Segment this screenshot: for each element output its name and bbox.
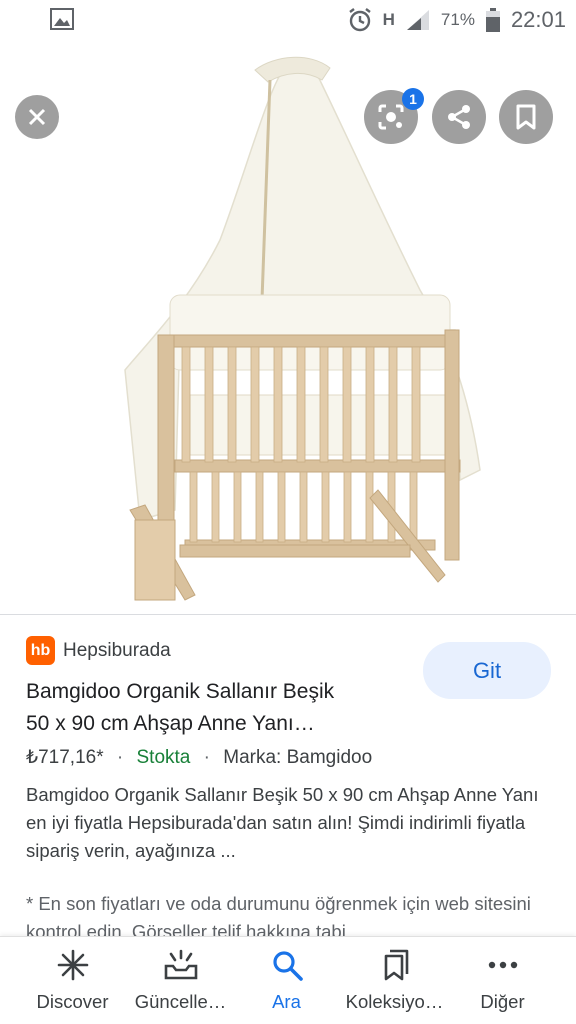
bottom-navigation: Discover Güncelle… Ara Koleksiyo… Diğer [0, 936, 576, 1024]
asterisk-icon [57, 949, 88, 981]
search-icon [272, 951, 303, 981]
save-button[interactable] [499, 90, 553, 144]
battery-icon [485, 8, 500, 32]
lens-badge: 1 [402, 88, 424, 110]
share-icon [448, 105, 470, 129]
product-meta: ₺717,16* · Stokta · Marka: Bamgidoo [26, 746, 372, 769]
nav-label: Ara [272, 991, 301, 1012]
visit-button[interactable]: Git [423, 642, 551, 699]
disclaimer: * En son fiyatları ve oda durumunu öğren… [26, 893, 531, 936]
bookmark-icon [516, 104, 536, 130]
battery-percent: 71% [440, 10, 475, 29]
crib-product-image [124, 56, 481, 601]
source-name: Hepsiburada [63, 639, 171, 661]
separator: · [116, 747, 124, 768]
nav-label: Diğer [480, 991, 525, 1012]
status-bar: H 71% 22:01 [0, 0, 576, 40]
stock-status: Stokta [136, 747, 191, 768]
nav-label: Güncelle… [134, 991, 227, 1012]
price: ₺717,16* [26, 747, 104, 768]
share-button[interactable] [432, 90, 486, 144]
alarm-icon [348, 8, 371, 32]
updates-icon [164, 949, 197, 980]
more-icon [488, 961, 517, 969]
nav-discover[interactable]: Discover [15, 947, 130, 1017]
nav-label: Koleksiyo… [345, 991, 444, 1012]
divider [0, 614, 576, 615]
nav-label: Discover [36, 991, 109, 1012]
close-icon [28, 108, 46, 126]
result-title-line-2: 50 x 90 cm Ahşap Anne Yanı… [26, 712, 315, 735]
nav-updates[interactable]: Güncelle… [123, 947, 238, 1017]
signal-icon [406, 10, 429, 30]
network-type: H [382, 10, 395, 29]
lens-icon [378, 104, 404, 130]
image-notification-icon [50, 8, 74, 30]
result-description: Bamgidoo Organik Sallanır Beşik 50 x 90 … [26, 784, 539, 861]
separator: · [203, 747, 210, 768]
nav-more[interactable]: Diğer [445, 947, 560, 1017]
result-title-line-1: Bamgidoo Organik Sallanır Beşik [26, 680, 335, 703]
result-title[interactable]: Bamgidoo Organik Sallanır Beşik 50 x 90 … [26, 676, 406, 740]
nav-collections[interactable]: Koleksiyo… [337, 947, 452, 1017]
clock: 22:01 [510, 7, 566, 32]
close-button[interactable] [15, 95, 59, 139]
collections-icon [384, 949, 408, 981]
image-preview[interactable]: 1 [0, 40, 576, 614]
brand: Marka: Bamgidoo [223, 747, 373, 768]
nav-search[interactable]: Ara [229, 947, 344, 1017]
source-logo: hb [26, 636, 55, 665]
source-row[interactable]: hb Hepsiburada [26, 636, 171, 665]
status-indicators: H 71% 22:01 [347, 0, 566, 40]
